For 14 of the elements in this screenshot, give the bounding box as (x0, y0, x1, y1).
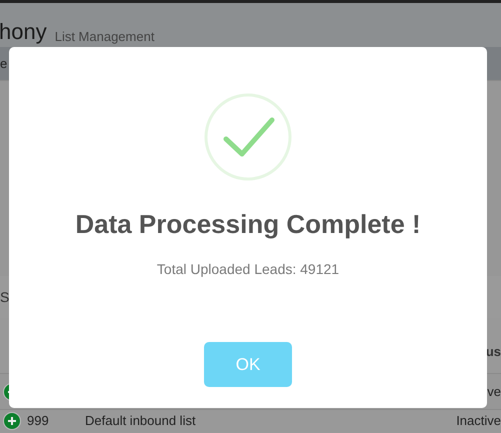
dialog-title: Data Processing Complete ! (75, 211, 421, 237)
add-icon[interactable] (3, 412, 21, 430)
success-check-icon (204, 93, 292, 181)
column-header: us (486, 342, 501, 360)
list-name: Default inbound list (85, 412, 196, 430)
list-id: 999 (27, 412, 50, 430)
ok-button[interactable]: OK (204, 342, 292, 387)
status-text: ve (487, 382, 501, 401)
toolbar-text: e (0, 54, 8, 73)
status-text: Inactive (456, 412, 501, 430)
app-title: hony (0, 21, 47, 43)
section-heading: S (0, 288, 10, 306)
dialog-message: Total Uploaded Leads: 49121 (156, 262, 340, 276)
page-subtitle: List Management (54, 30, 154, 43)
